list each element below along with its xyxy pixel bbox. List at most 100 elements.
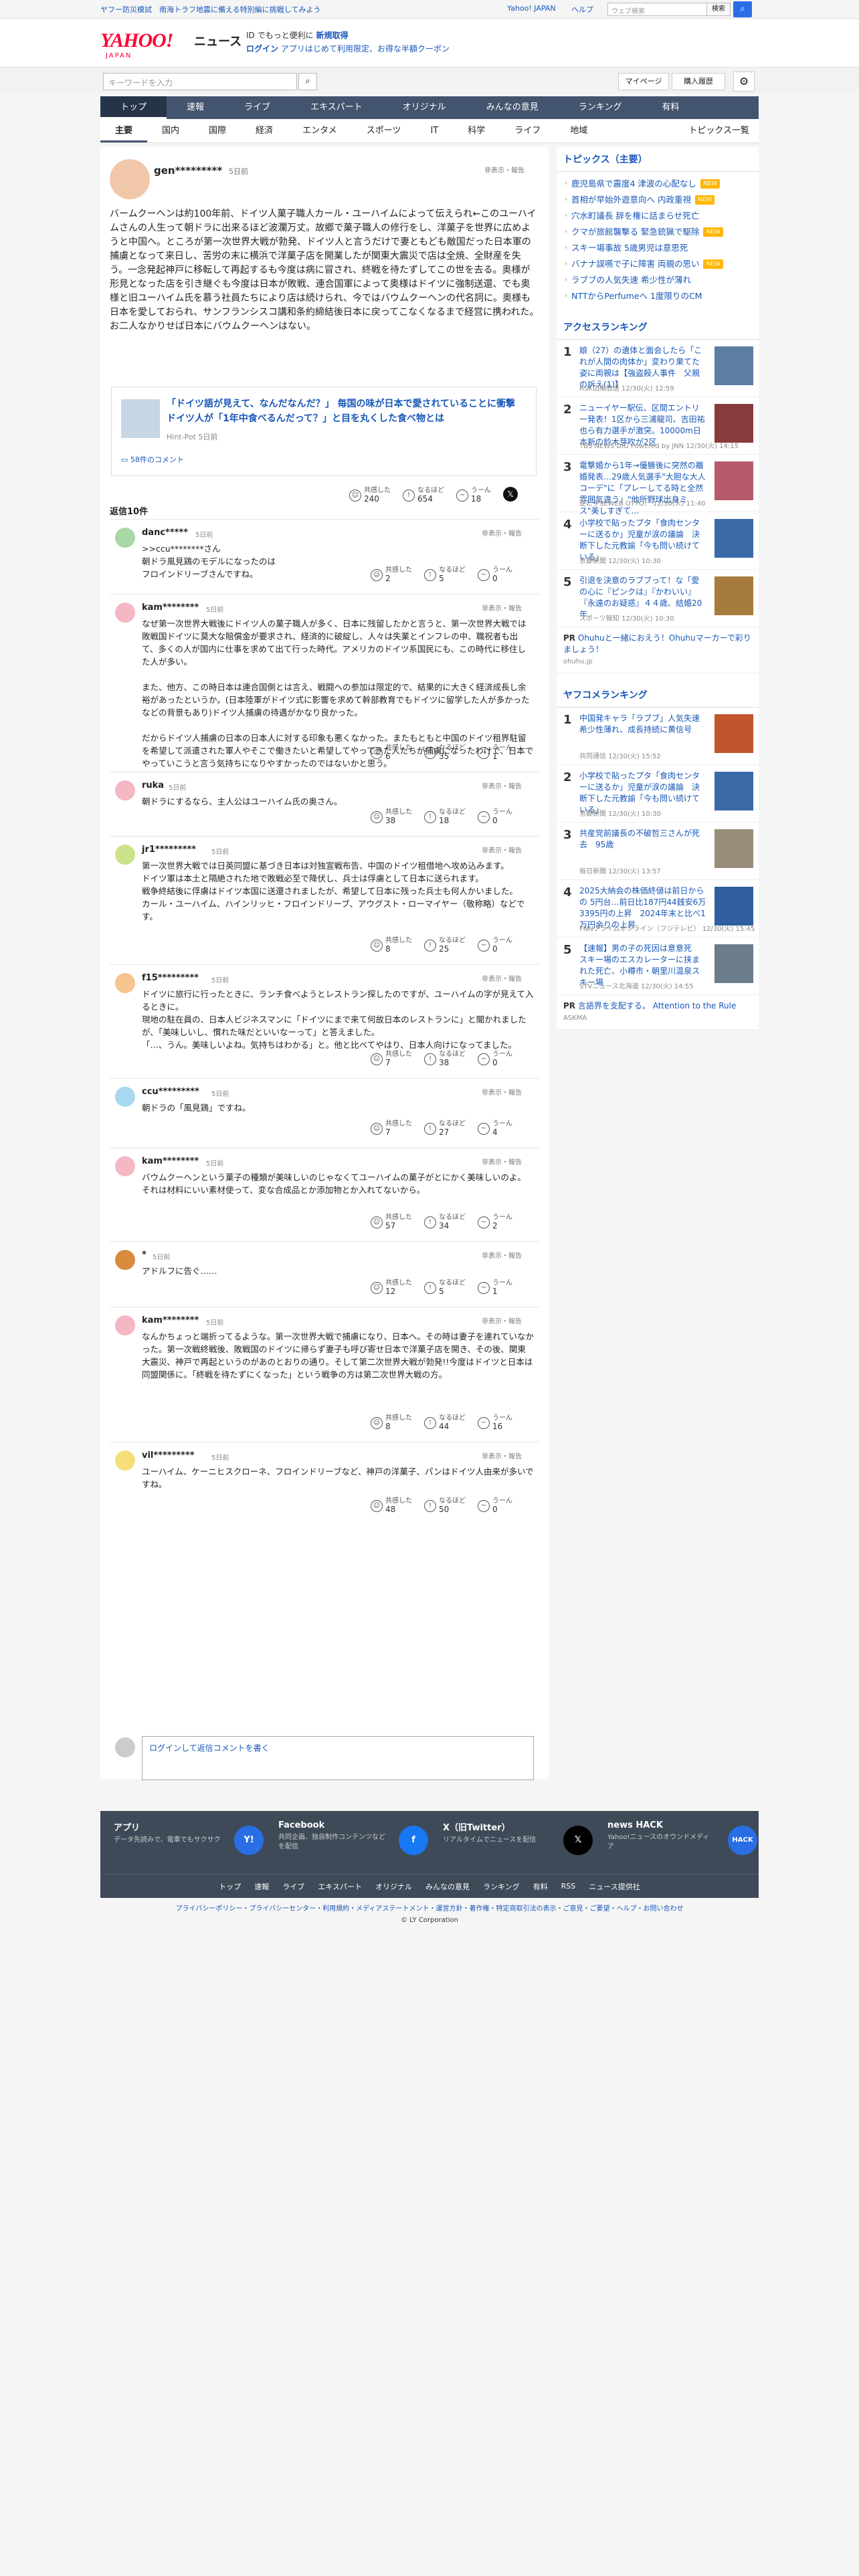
yahoo-logo[interactable]: YAHOO! [100,29,173,52]
agree-button[interactable]: ☺ 共感した 7 [371,1051,412,1067]
uun-button[interactable]: ~ うーん 0 [478,937,512,954]
ranking-item[interactable]: 5 引退を決意のラブブって！な「愛の心に『ピンクは』『かわいい』『永遠のお疑惑』４… [557,570,759,627]
ranking-item[interactable]: 5 【速報】男の子の死因は意意死 スキー場のエスカレーターに挟まれた死亡、小樽市・… [557,938,759,995]
tab-live[interactable]: ライブ [224,96,290,119]
reply-username[interactable]: kam******** [142,1156,199,1166]
report-link[interactable]: 非表示・報告 [482,1250,522,1260]
topic-text[interactable]: バナナ誤嚥で子に障害 両親の思い [571,256,699,272]
ranking-item[interactable]: 2 小学校で貼ったプタ「食肉センターに送るか」児童が涙の議論 決断下した元教諭「今… [557,765,759,823]
gear-icon[interactable]: ⚙ [733,72,755,92]
tab-expert[interactable]: エキスパート [290,96,383,119]
reply-username[interactable]: jr1********* [142,845,196,855]
reply-username[interactable]: ruka [142,780,164,790]
agree-button[interactable]: ☺ 共感した 48 [371,1497,412,1514]
app-icon[interactable]: 𝕏 [563,1826,593,1855]
web-search-input[interactable]: ウェブ検索 [607,3,709,16]
agree-button[interactable]: ☺ 共感した 38 [371,809,412,825]
rank-title[interactable]: 電撃婚から1年→優勝後に突然の離婚発表…29歳人気選手"大胆な大人コーデ"に「プ… [579,460,706,517]
naruhodo-button[interactable]: ! なるほど 5 [424,1279,466,1296]
footer-link[interactable]: エキスパート [318,1881,362,1892]
uun-button[interactable]: ~ うーん 1 [478,744,512,761]
app-icon[interactable]: f [399,1826,428,1855]
subtab-life[interactable]: ライフ [500,119,555,142]
pr-item[interactable]: PR Ohuhuと一緒におえう！Ohuhuマーカーで彩りましょう！ ohuhu.j… [557,627,759,673]
naruhodo-button[interactable]: ! なるほど 18 [424,809,466,825]
report-link[interactable]: 非表示・報告 [482,1315,522,1325]
topics-heading[interactable]: トピックス（主要） [557,147,759,172]
ranking-item[interactable]: 3 電撃婚から1年→優勝後に突然の離婚発表…29歳人気選手"大胆な大人コーデ"に「… [557,455,759,516]
naruhodo-button[interactable]: ! なるほど 25 [424,937,466,954]
topic-item[interactable]: › ラブブの人気失速 希少性が薄れ [565,272,751,288]
reply-login-input[interactable]: ログインして返信コメントを書く [142,1736,534,1780]
comment-ranking-heading[interactable]: ヤフコメランキング [557,683,759,708]
article-card[interactable]: 「ドイツ語が見えて、なんだなんだ？」 毎国の味が日本で愛されていることに衝撃 ド… [111,387,537,476]
access-ranking-heading[interactable]: アクセスランキング [557,315,759,340]
pr-item-2[interactable]: PR 言語界を支配する。 Attention to the Rule ASKMA [557,995,759,1030]
subtab-it[interactable]: IT [415,119,453,142]
topic-item[interactable]: › NTTからPerfumeへ 1度限りのCM [565,288,751,304]
report-link[interactable]: 非表示・報告 [482,1087,522,1097]
reply-username[interactable]: kam******** [142,1315,199,1325]
subtab-world[interactable]: 国際 [194,119,241,142]
footer-link[interactable]: ライブ [282,1881,304,1892]
ranking-item[interactable]: 4 2025大納会の株価終値は前日からの 5円台…前日比187円44銭安6万339… [557,880,759,938]
reply-username[interactable]: vil********* [142,1451,195,1461]
subtab-main[interactable]: 主要 [100,119,148,142]
article-comment-count[interactable]: ▭ 58件のコメント [121,454,184,465]
coupon-promo-link[interactable]: アプリはじめて利用限定、お得な半額クーポン [281,44,450,53]
report-link[interactable]: 非表示・報告 [482,603,522,613]
signup-link[interactable]: 新規取得 [316,31,348,40]
topic-item[interactable]: › バナナ誤嚥で子に障害 両親の思い NEW [565,256,751,272]
topic-item[interactable]: › クマが旅館襲撃る 緊急銃猟で駆除 NEW [565,224,751,240]
subtab-local[interactable]: 地域 [555,119,602,142]
reply-login-link[interactable]: ログインして返信コメントを書く [149,1743,270,1753]
topic-item[interactable]: › 鹿児島県で震度4 津波の心配なし NEW [565,176,751,192]
naruhodo-button[interactable]: ! なるほど 654 [403,487,444,504]
rank-title[interactable]: 中国発キャラ「ラブブ」人気失速 希少性薄れ、成長持続に黄信号 [579,713,708,736]
tab-opinion[interactable]: みんなの意見 [466,96,559,119]
uun-button[interactable]: ~ うーん 4 [478,1120,512,1137]
topic-text[interactable]: スキー場事故 5歳男児は意思死 [571,240,688,256]
report-link[interactable]: 非表示・報告 [482,845,522,855]
topic-item[interactable]: › 首相が早始外遊意向へ 内政重視 NEW [565,192,751,208]
agree-button[interactable]: ☺ 共感した 12 [371,1279,412,1296]
footer-app-promo[interactable]: X（旧Twitter） リアルタイムでニュースを配信 𝕏 [443,1820,603,1860]
web-search-button[interactable]: 検索 [706,3,731,16]
uun-button[interactable]: ~ うーん 0 [478,1051,512,1067]
footer-app-promo[interactable]: Facebook 共同企画、独自制作コンテンツなどを配信 f [278,1820,439,1860]
topic-text[interactable]: ラブブの人気失速 希少性が薄れ [571,272,691,288]
article-title[interactable]: 「ドイツ語が見えて、なんだなんだ？」 毎国の味が日本で愛されていることに衝撃 ド… [167,397,528,426]
tab-ranking[interactable]: ランキング [559,96,642,119]
mypage-button[interactable]: マイページ [618,73,669,90]
footer-link[interactable]: ランキング [483,1881,520,1892]
search-icon[interactable]: ⌕ [298,73,317,90]
subtab-economy[interactable]: 経済 [241,119,288,142]
footer-link[interactable]: RSS [561,1882,576,1891]
ranking-item[interactable]: 4 小学校で貼ったプタ「食肉センターに送るか」児童が涙の議論 決断下した元教諭「今… [557,512,759,570]
report-link[interactable]: 非表示・報告 [482,780,522,790]
agree-button[interactable]: ☺ 共感した 240 [349,487,391,504]
topic-text[interactable]: 首相が早始外遊意向へ 内政重視 [571,192,691,208]
reply-username[interactable]: ccu********* [142,1087,199,1097]
tab-top[interactable]: トップ [100,96,167,119]
agree-button[interactable]: ☺ 共感した 2 [371,566,412,583]
agree-button[interactable]: ☺ 共感した 8 [371,1414,412,1431]
report-link[interactable]: 非表示・報告 [482,1156,522,1166]
legal-links[interactable]: プライバシーポリシー・プライバシーセンター・利用規約・メディアステートメント・運… [100,1903,759,1915]
keyword-search-input[interactable]: キーワードを入力 [103,73,297,90]
yahoo-japan-link[interactable]: Yahoo! JAPAN [507,4,556,13]
topic-text[interactable]: 鹿児島県で震度4 津波の心配なし [571,176,696,192]
topic-text[interactable]: 穴水町議長 辞を権に話まらせ死亡 [571,208,699,224]
naruhodo-button[interactable]: ! なるほど 34 [424,1214,466,1230]
uun-button[interactable]: ~ うーん 0 [478,1497,512,1514]
footer-link[interactable]: オリジナル [375,1881,412,1892]
subtab-domestic[interactable]: 国内 [147,119,194,142]
topics-list-link[interactable]: トピックス一覧 [674,119,759,142]
naruhodo-button[interactable]: ! なるほど 5 [424,566,466,583]
footer-link[interactable]: みんなの意見 [425,1881,470,1892]
reply-username[interactable]: * [142,1250,147,1260]
purchase-history-button[interactable]: 購入履歴 [672,73,725,90]
app-icon[interactable]: HACK [728,1826,757,1855]
subtab-science[interactable]: 科学 [453,119,500,142]
pr-title[interactable]: 言語界を支配する。 Attention to the Rule [578,1001,737,1010]
